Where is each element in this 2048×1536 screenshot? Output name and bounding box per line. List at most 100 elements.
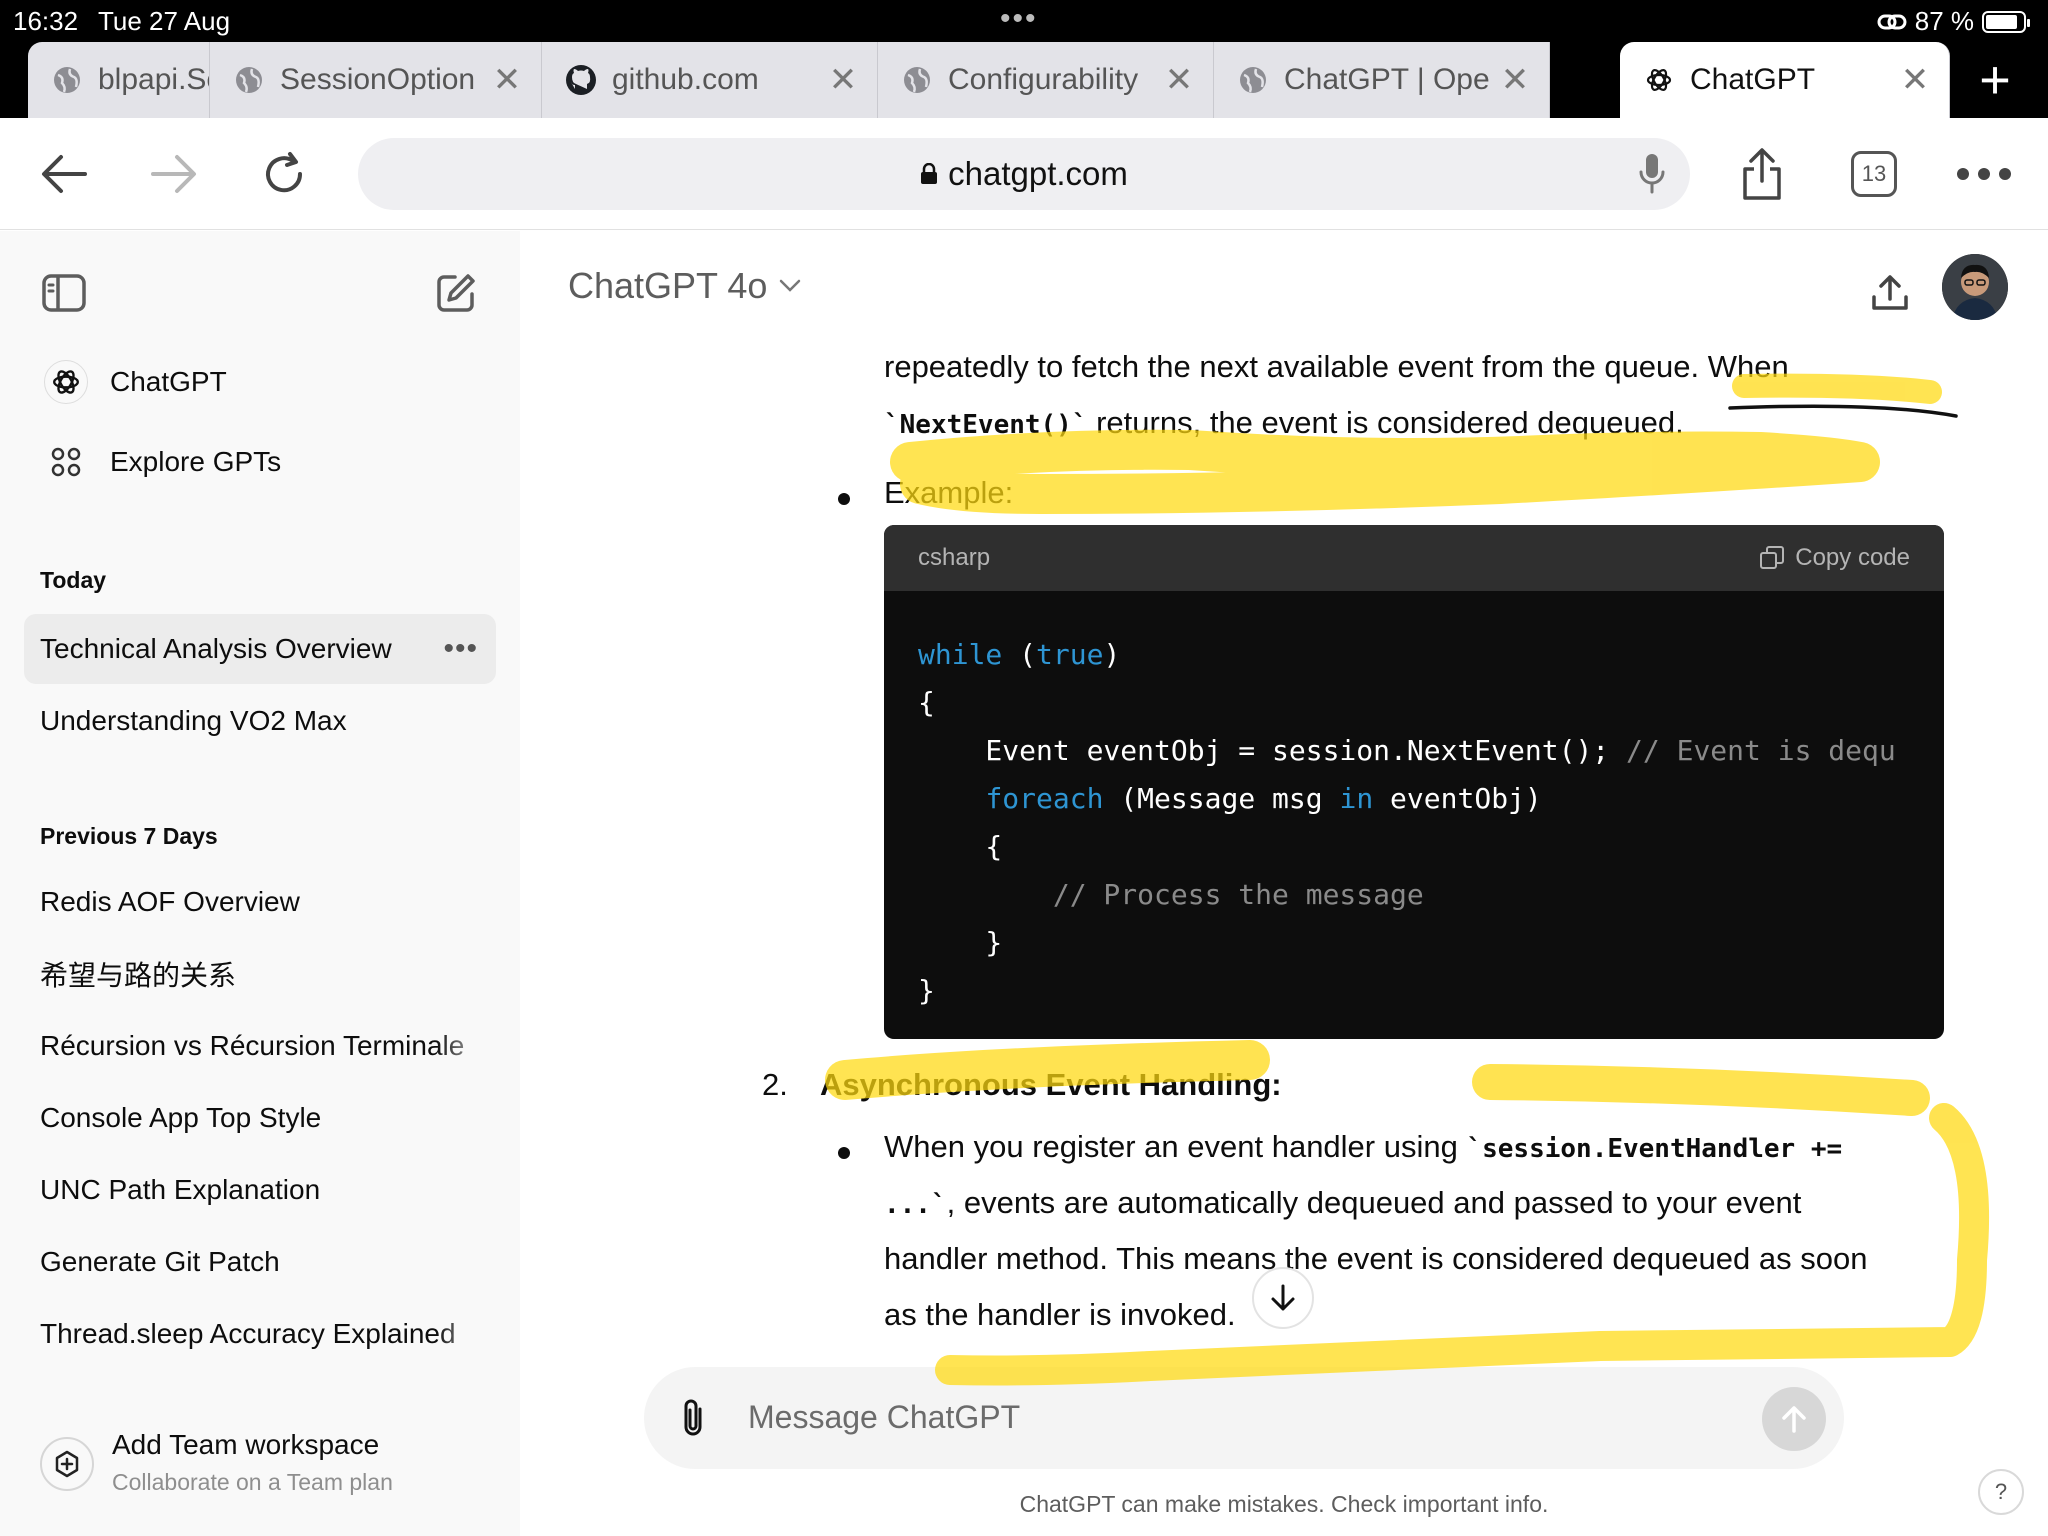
lock-icon [921, 163, 938, 184]
new-tab-button[interactable]: + [1960, 50, 2030, 110]
share-button[interactable] [1730, 142, 1794, 206]
chat-options-icon[interactable]: ••• [443, 632, 478, 666]
sidebar-item-explore-gpts[interactable]: Explore GPTs [24, 427, 496, 497]
back-button[interactable] [32, 142, 96, 206]
scroll-to-bottom-button[interactable] [1252, 1267, 1314, 1329]
chat-item-vo2max[interactable]: Understanding VO2 Max [24, 686, 496, 756]
close-icon[interactable]: ✕ [1159, 60, 1199, 100]
new-chat-button[interactable] [428, 265, 484, 321]
arrow-left-icon [42, 155, 87, 193]
inline-code: `session.EventHandler += [1466, 1134, 1843, 1164]
tab-title: github.com [612, 63, 759, 96]
answer-text-line: `NextEvent()` returns, the event is cons… [884, 405, 1684, 441]
list-number: 2. [762, 1067, 788, 1102]
battery-icon [1982, 10, 2030, 33]
section-title: Asynchronous Event Handling [820, 1067, 1272, 1102]
chat-title: Understanding VO2 Max [40, 705, 347, 736]
message-input[interactable]: Message ChatGPT [748, 1399, 1020, 1436]
model-name: ChatGPT 4o [568, 265, 768, 306]
forward-button[interactable] [142, 142, 206, 206]
status-right: 87 % [1877, 6, 2030, 37]
status-time: 16:32 [13, 6, 79, 36]
code-block: csharp Copy code while (true) { Event ev… [884, 525, 1944, 1039]
tab-chatgpt-openai[interactable]: ChatGPT | Ope ✕ [1214, 42, 1550, 118]
model-selector[interactable]: ChatGPT 4o [568, 265, 801, 307]
code-language: csharp [918, 544, 991, 571]
chat-title: Redis AOF Overview [40, 886, 300, 917]
chat-item[interactable]: Redis AOF Overview [24, 867, 496, 937]
message-composer[interactable]: Message ChatGPT [644, 1367, 1844, 1469]
paperclip-icon[interactable] [678, 1397, 708, 1439]
example-label: Example: [884, 475, 1014, 510]
openai-icon [1642, 63, 1676, 97]
bullet [838, 493, 850, 505]
answer-text-line: handler method. This means the event is … [884, 1241, 1868, 1276]
openai-icon [44, 360, 88, 404]
team-subtitle: Collaborate on a Team plan [112, 1469, 393, 1495]
close-icon[interactable]: ✕ [1495, 60, 1535, 100]
chat-main: ChatGPT 4o repeatedly to fetch the next … [520, 231, 2048, 1536]
chat-title: 希望与路的关系 [40, 960, 237, 991]
copy-code-label: Copy code [1795, 544, 1910, 571]
github-icon [564, 63, 598, 97]
tab-sessionoptions[interactable]: SessionOption ✕ [210, 42, 542, 118]
chat-title: Generate Git Patch [40, 1246, 280, 1277]
tab-github[interactable]: github.com ✕ [542, 42, 878, 118]
chat-item-technical-analysis[interactable]: Technical Analysis Overview ••• [24, 614, 496, 684]
add-team-workspace[interactable]: Add Team workspace Collaborate on a Team… [40, 1429, 393, 1496]
avatar[interactable] [1942, 254, 2008, 320]
close-icon[interactable]: ✕ [487, 60, 527, 100]
arrow-right-icon [151, 155, 196, 193]
answer-text-line: When you register an event handler using… [884, 1129, 1843, 1164]
help-button[interactable]: ? [1978, 1469, 2024, 1515]
multitask-dots-icon[interactable]: ••• [1000, 2, 1038, 36]
sidebar: ChatGPT Explore GPTs Today Technical Ana… [0, 231, 520, 1536]
chat-item[interactable]: Récursion vs Récursion Terminale [24, 1011, 496, 1081]
today-heading: Today [40, 567, 107, 593]
close-icon[interactable]: ✕ [1895, 60, 1935, 100]
answer-text-line: as the handler is invoked. [884, 1297, 1236, 1332]
chat-item[interactable]: Thread.sleep Accuracy Explained [24, 1299, 496, 1369]
share-icon [1743, 148, 1781, 200]
sidebar-item-label: Explore GPTs [110, 446, 282, 477]
team-icon [40, 1437, 94, 1491]
more-options-button[interactable] [1952, 142, 2016, 206]
bullet [838, 1147, 850, 1159]
globe-icon [900, 63, 934, 97]
inline-code: ...` [884, 1190, 947, 1220]
team-title: Add Team workspace [112, 1429, 380, 1460]
toggle-sidebar-button[interactable] [36, 265, 92, 321]
chat-item[interactable]: Console App Top Style [24, 1083, 496, 1153]
close-icon[interactable]: ✕ [823, 60, 863, 100]
answer-text-line: repeatedly to fetch the next available e… [884, 349, 1789, 384]
tab-configurability[interactable]: Configurability ✕ [878, 42, 1214, 118]
chat-title: Technical Analysis Overview [40, 633, 392, 664]
grid-icon [44, 440, 88, 484]
previous-7-days-heading: Previous 7 Days [40, 823, 218, 849]
chat-item[interactable]: 希望与路的关系 [24, 939, 496, 1009]
code-block-header: csharp Copy code [884, 525, 1944, 591]
chevron-down-icon [780, 279, 801, 292]
answer-text: returns, the event is considered dequeue… [1087, 405, 1684, 440]
link-icon [1877, 14, 1907, 29]
arrow-up-icon [1782, 1406, 1806, 1433]
chat-title: Console App Top Style [40, 1102, 322, 1133]
tab-count: 13 [1851, 151, 1897, 197]
chat-item[interactable]: UNC Path Explanation [24, 1155, 496, 1225]
share-chat-button[interactable] [1858, 261, 1922, 325]
browser-toolbar: chatgpt.com 13 [0, 118, 2048, 230]
globe-icon [50, 63, 84, 97]
tab-chatgpt-active[interactable]: ChatGPT ✕ [1620, 42, 1950, 118]
tab-blpapi[interactable]: blpapi.Ses [28, 42, 210, 118]
send-button[interactable] [1762, 1387, 1826, 1451]
sidebar-item-chatgpt[interactable]: ChatGPT [24, 347, 496, 417]
microphone-icon[interactable] [1638, 152, 1666, 196]
edit-icon [437, 274, 475, 312]
tab-title: blpapi.Ses [98, 63, 209, 96]
chat-item[interactable]: Generate Git Patch [24, 1227, 496, 1297]
copy-code-button[interactable]: Copy code [1759, 544, 1910, 572]
code-content: while (true) { Event eventObj = session.… [918, 638, 1896, 1007]
tabs-overview-button[interactable]: 13 [1842, 142, 1906, 206]
reload-button[interactable] [252, 142, 316, 206]
address-bar[interactable]: chatgpt.com [358, 138, 1690, 210]
